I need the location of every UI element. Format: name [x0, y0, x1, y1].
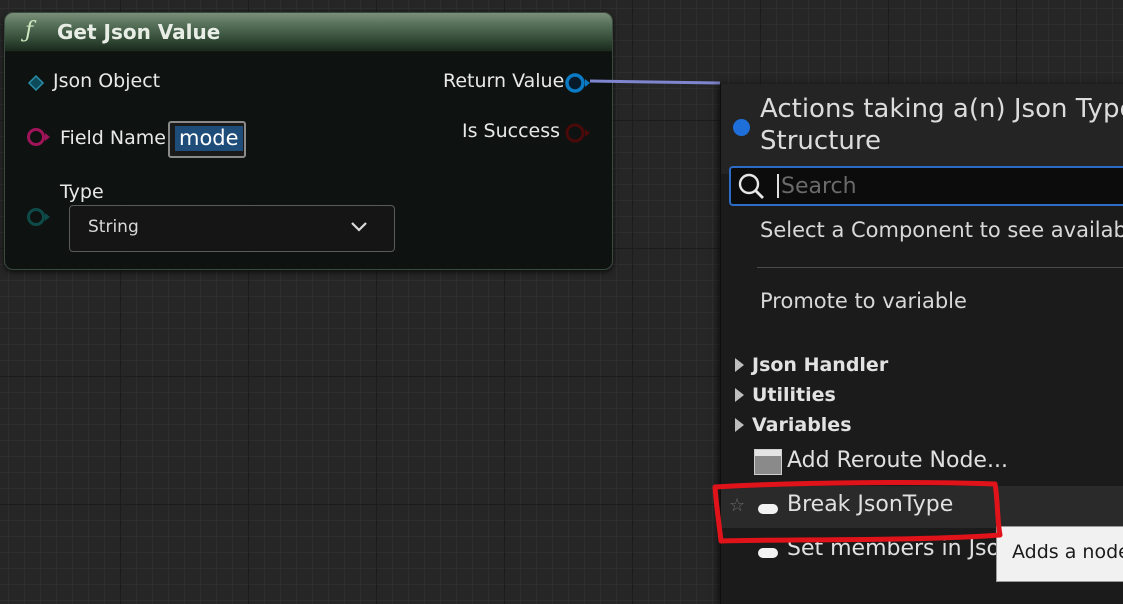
menu-separator [757, 267, 1123, 268]
function-icon: ƒ [25, 18, 34, 43]
chevron-down-icon [351, 222, 367, 232]
type-label: Type [60, 181, 104, 203]
field-name-input[interactable]: mode [168, 121, 246, 158]
json-object-label: Json Object [53, 70, 161, 92]
json-object-pin-icon[interactable] [27, 74, 45, 92]
search-box[interactable] [729, 166, 1123, 206]
expand-arrow-icon [735, 388, 744, 402]
component-hint-text: Select a Component to see availabl [760, 218, 1123, 242]
menu-header: Actions taking a(n) Json Type Structure [721, 84, 1123, 174]
tooltip: Adds a node [996, 526, 1123, 582]
field-name-pin-icon[interactable] [26, 126, 52, 148]
menu-title: Actions taking a(n) Json Type Structure [760, 94, 1123, 156]
struct-pill-icon [758, 548, 778, 558]
type-dropdown[interactable]: String [69, 205, 395, 252]
node-header[interactable]: ƒ Get Json Value [5, 13, 612, 52]
return-value-pin-icon[interactable] [564, 71, 592, 95]
promote-to-variable-item[interactable]: Promote to variable [760, 289, 967, 313]
is-success-label: Is Success [462, 120, 561, 142]
expand-arrow-icon [735, 418, 744, 432]
type-dropdown-value: String [88, 217, 139, 237]
type-pin-icon[interactable] [26, 206, 52, 228]
is-success-pin-icon[interactable] [564, 121, 592, 145]
category-json-handler[interactable]: Json Handler [735, 354, 888, 376]
category-utilities[interactable]: Utilities [735, 384, 836, 406]
field-name-label: Field Name [60, 127, 166, 149]
red-annotation-outline [712, 480, 1003, 544]
struct-type-dot-icon [733, 119, 750, 136]
reroute-node-icon [754, 449, 782, 475]
get-json-value-node[interactable]: ƒ Get Json Value Json Object Field Name … [4, 12, 613, 270]
menu-item-add-reroute-node[interactable]: Add Reroute Node... [721, 442, 1123, 484]
expand-arrow-icon [735, 358, 744, 372]
field-name-value[interactable]: mode [175, 126, 243, 151]
connection-wire [590, 79, 721, 85]
search-input[interactable] [779, 170, 1113, 202]
return-value-label: Return Value [443, 70, 565, 92]
node-title: Get Json Value [57, 20, 221, 44]
category-variables[interactable]: Variables [735, 414, 852, 436]
search-icon [738, 173, 764, 199]
